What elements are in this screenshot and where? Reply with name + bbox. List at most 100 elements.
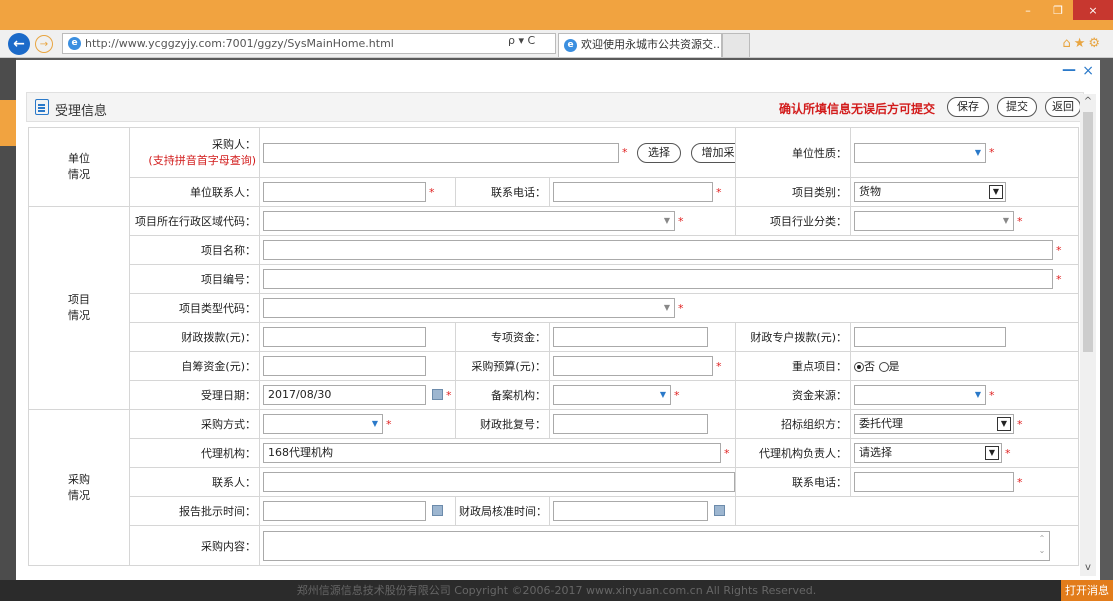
organizer-select[interactable]: 委托代理 ▼ [854, 414, 1014, 434]
minimize-button[interactable]: – [1013, 0, 1043, 20]
self-fund-input[interactable] [263, 356, 426, 376]
acceptance-form: 单位 情况 采购人： (支持拼音首字母查询) * 选择 增加采购人 单位性质： … [28, 127, 1079, 566]
accept-date-input[interactable]: 2017/08/30 [263, 385, 443, 405]
budget-input[interactable] [553, 356, 713, 376]
home-star-gear-icons[interactable]: ⌂★⚙ [1062, 36, 1103, 51]
purchase-contact-input[interactable] [263, 472, 735, 492]
chevron-down-icon: ▼ [371, 419, 378, 428]
content-textarea[interactable]: ⌃ ⌄ [263, 530, 1050, 561]
record-org-label: 备案机构： [455, 380, 550, 410]
browser-tab-title: 欢迎使用永城市公共资源交... [581, 38, 722, 51]
project-name-label: 项目名称： [129, 235, 260, 265]
finance-time-label: 财政局核准时间： [455, 496, 550, 526]
purchase-phone-label: 联系电话： [735, 467, 851, 497]
back-button[interactable]: 返回 [1045, 97, 1081, 117]
scroll-thumb[interactable] [1083, 112, 1093, 352]
scroll-up-icon[interactable]: ^ [1080, 94, 1096, 110]
select-buyer-button[interactable]: 选择 [637, 142, 681, 163]
address-url: http://www.ycggzyjy.com:7001/ggzy/SysMai… [85, 37, 394, 50]
special-fund-input[interactable] [553, 327, 708, 347]
purchase-contact-label: 联系人： [129, 467, 260, 497]
address-buttons[interactable]: ρ ▾ C [508, 34, 535, 47]
scroll-down-icon[interactable]: v [1080, 560, 1096, 576]
unit-contact-label: 单位联系人： [129, 177, 260, 207]
page-title: 受理信息 [55, 104, 108, 119]
agency-head-select[interactable]: 请选择 ▼ [854, 443, 1002, 463]
accept-date-label: 受理日期： [129, 380, 260, 410]
industry-label: 项目行业分类： [735, 206, 851, 236]
new-tab-button[interactable] [722, 33, 750, 57]
unit-contact-input[interactable] [263, 182, 426, 202]
browser-tab[interactable]: e 欢迎使用永城市公共资源交... × [558, 33, 722, 57]
save-button[interactable]: 保存 [947, 97, 989, 117]
unit-phone-input[interactable] [553, 182, 713, 202]
key-no-radio[interactable] [854, 362, 864, 372]
buyer-input[interactable] [263, 142, 619, 163]
chevron-down-icon: ▼ [974, 390, 981, 399]
section-unit: 单位 情况 [28, 127, 130, 207]
special-fund-label: 专项资金： [455, 322, 550, 352]
industry-select[interactable]: ▼ [854, 211, 1014, 231]
submit-warning: 确认所填信息无误后方可提交 [779, 102, 936, 116]
dropdown-arrow-icon: ▼ [985, 446, 999, 460]
category-value: 货物 [859, 185, 881, 198]
browser-toolbar: ← → e http://www.ycggzyjy.com:7001/ggzy/… [0, 30, 1113, 58]
report-time-input[interactable] [263, 501, 443, 521]
section-project: 项目 情况 [28, 206, 130, 410]
key-no-label: 否 [864, 360, 875, 373]
calendar-icon[interactable] [432, 389, 443, 400]
forward-arrow-icon[interactable]: → [35, 35, 53, 53]
key-project-label: 重点项目： [735, 351, 851, 381]
record-org-select[interactable]: ▼ [553, 385, 671, 405]
fund-source-select[interactable]: ▼ [854, 385, 986, 405]
content-label: 采购内容： [129, 525, 260, 566]
special-account-label: 财政专户拨款(元)： [735, 322, 851, 352]
chevron-down-icon: ▼ [663, 303, 670, 312]
category-select[interactable]: 货物 ▼ [854, 182, 1006, 202]
organizer-label: 招标组织方： [735, 409, 851, 439]
browser-title-bar: – ❐ × [0, 0, 1113, 30]
chevron-down-icon: ▼ [663, 216, 670, 225]
dropdown-arrow-icon: ▼ [989, 185, 1003, 199]
finance-time-input[interactable] [553, 501, 725, 521]
agency-input[interactable]: 168代理机构 [263, 443, 721, 463]
submit-button[interactable]: 提交 [997, 97, 1037, 117]
address-bar[interactable]: e http://www.ycggzyjy.com:7001/ggzy/SysM… [62, 33, 556, 54]
modal-close-icon[interactable]: × [1082, 63, 1094, 79]
open-messages-button[interactable]: 打开消息 [1061, 580, 1113, 601]
add-buyer-button[interactable]: 增加采购人 [690, 142, 735, 163]
textarea-scroll-icon[interactable]: ⌃ ⌄ [1036, 533, 1048, 559]
project-code-input[interactable] [263, 269, 1053, 289]
approval-number-label: 财政批复号： [455, 409, 550, 439]
window-close-button[interactable]: × [1073, 0, 1113, 20]
agency-label: 代理机构： [129, 438, 260, 468]
chevron-down-icon: ▼ [974, 147, 981, 157]
section-purchase: 采购 情况 [28, 409, 130, 566]
back-arrow-icon[interactable]: ← [8, 33, 30, 55]
background-orange-strip [0, 100, 16, 146]
purchase-method-select[interactable]: ▼ [263, 414, 383, 434]
category-label: 项目类别： [735, 177, 851, 207]
ie-tab-icon: e [564, 39, 577, 52]
ie-logo-icon: e [68, 37, 81, 50]
chevron-down-icon: ▼ [659, 390, 666, 399]
agency-value: 168代理机构 [268, 446, 333, 459]
project-name-input[interactable] [263, 240, 1053, 260]
window-controls: – ❐ × [1013, 0, 1113, 20]
calendar-icon[interactable] [432, 505, 443, 516]
key-yes-radio[interactable] [878, 362, 889, 372]
region-code-select[interactable]: ▼ [263, 211, 675, 231]
maximize-button[interactable]: ❐ [1043, 0, 1073, 20]
type-code-select[interactable]: ▼ [263, 298, 675, 318]
finance-input[interactable] [263, 327, 426, 347]
modal-scrollbar[interactable]: ^ v [1080, 94, 1096, 576]
special-account-input[interactable] [854, 327, 1006, 347]
modal-minimize-icon[interactable]: — [1062, 62, 1076, 78]
form-header: 受理信息 确认所填信息无误后方可提交 保存 提交 返回 [26, 92, 1084, 122]
region-code-label: 项目所在行政区域代码： [129, 206, 260, 236]
calendar-icon[interactable] [714, 505, 725, 516]
purchase-phone-input[interactable] [854, 472, 1014, 492]
unit-nature-select[interactable]: ▼ [854, 142, 986, 163]
approval-number-input[interactable] [553, 414, 708, 434]
buyer-hint: (支持拼音首字母查询) [148, 153, 256, 167]
